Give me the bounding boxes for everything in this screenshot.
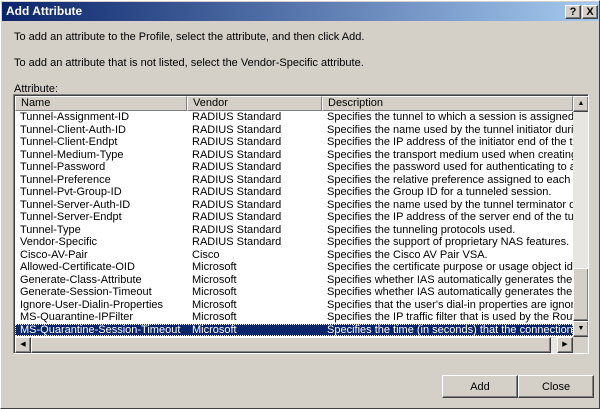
cell-description: Specifies the password used for authenti… xyxy=(327,161,573,173)
vertical-scrollbar[interactable]: ▲ ▼ xyxy=(573,96,588,337)
cell-description: Specifies the IP traffic filter that is … xyxy=(327,311,573,323)
cell-name: Generate-Class-Attribute xyxy=(20,273,142,286)
cell-description: Specifies the relative preference assign… xyxy=(327,173,573,186)
cell-name: Vendor-Specific xyxy=(20,236,98,248)
table-row[interactable]: MS-Quarantine-IPFilter Microsoft Specifies… xyxy=(15,311,573,324)
table-row[interactable]: Tunnel-Type RADIUS Standard Specifies the … xyxy=(15,224,573,237)
cell-description: Specifies the certificate purpose or usa… xyxy=(327,261,573,273)
cell-vendor: Cisco xyxy=(192,248,220,261)
table-row[interactable]: Tunnel-Password RADIUS Standard Specifies … xyxy=(15,161,573,174)
horizontal-scroll-thumb[interactable] xyxy=(31,337,551,353)
close-window-button[interactable]: X xyxy=(582,5,598,19)
horizontal-scrollbar[interactable]: ◀ ▶ xyxy=(15,337,573,353)
table-row[interactable]: Tunnel-Server-Endpt RADIUS Standard Specif… xyxy=(15,211,573,224)
table-row[interactable]: Tunnel-Server-Auth-ID RADIUS Standard Spec… xyxy=(15,199,573,212)
scrollbar-corner xyxy=(573,337,588,353)
scroll-right-button[interactable]: ▶ xyxy=(557,337,573,353)
cell-name: Tunnel-Client-Endpt xyxy=(20,136,118,148)
cell-vendor: RADIUS Standard xyxy=(192,161,282,173)
cell-name: Tunnel-Type xyxy=(20,223,81,236)
column-header-name[interactable]: Name xyxy=(15,96,187,111)
table-row[interactable]: Ignore-User-Dialin-Properties Microsoft Sp… xyxy=(15,299,573,312)
cell-name: Tunnel-Medium-Type xyxy=(20,148,124,161)
cell-vendor: RADIUS Standard xyxy=(192,136,282,148)
cell-name: Generate-Session-Timeout xyxy=(20,286,152,298)
attribute-rows: Tunnel-Assignment-ID RADIUS Standard Speci… xyxy=(15,111,573,336)
table-row[interactable]: Tunnel-Pvt-Group-ID RADIUS Standard Specif… xyxy=(15,186,573,199)
cell-description: Specifies the Cisco AV Pair VSA. xyxy=(327,248,488,261)
cell-vendor: Microsoft xyxy=(192,273,237,286)
cell-description: Specifies the time (in seconds) that the… xyxy=(327,323,573,336)
cell-name: Allowed-Certificate-OID xyxy=(20,261,135,273)
cell-description: Specifies that the user's dial-in proper… xyxy=(327,298,573,311)
table-row[interactable]: Tunnel-Assignment-ID RADIUS Standard Speci… xyxy=(15,111,573,124)
scroll-down-button[interactable]: ▼ xyxy=(573,321,588,337)
scroll-up-button[interactable]: ▲ xyxy=(573,96,588,112)
cell-name: Cisco-AV-Pair xyxy=(20,248,88,261)
cell-vendor: RADIUS Standard xyxy=(192,198,282,211)
cell-name: Tunnel-Preference xyxy=(20,173,111,186)
cell-name: MS-Quarantine-IPFilter xyxy=(20,311,134,323)
cell-vendor: RADIUS Standard xyxy=(192,223,282,236)
instruction-text-1: To add an attribute to the Profile, sele… xyxy=(14,31,365,43)
cell-description: Specifies the name used by the tunnel te… xyxy=(327,198,573,211)
cell-description: Specifies the transport medium used when… xyxy=(327,148,573,161)
table-row[interactable]: MS-Quarantine-Session-Timeout Microsoft Sp… xyxy=(15,323,573,336)
help-button[interactable]: ? xyxy=(565,5,581,19)
cell-vendor: RADIUS Standard xyxy=(192,211,282,223)
cell-description: Specifies the IP address of the server e… xyxy=(327,211,573,223)
triangle-up-icon: ▲ xyxy=(577,100,585,107)
triangle-left-icon: ◀ xyxy=(20,341,26,348)
cell-description: Specifies the support of proprietary NAS… xyxy=(327,236,570,248)
cell-description: Specifies the IP address of the initiato… xyxy=(327,136,573,148)
cell-name: Tunnel-Pvt-Group-ID xyxy=(20,186,122,198)
triangle-right-icon: ▶ xyxy=(562,341,568,348)
cell-vendor: RADIUS Standard xyxy=(192,173,282,186)
attribute-list[interactable]: Name Vendor Description Tunnel-Assignmen… xyxy=(13,94,589,354)
column-header-vendor[interactable]: Vendor xyxy=(187,96,322,111)
cell-vendor: Microsoft xyxy=(192,298,237,311)
cell-vendor: RADIUS Standard xyxy=(192,236,282,248)
vertical-scroll-thumb[interactable] xyxy=(573,268,588,321)
cell-vendor: RADIUS Standard xyxy=(192,148,282,161)
table-row[interactable]: Cisco-AV-Pair Cisco Specifies the Cisco AV… xyxy=(15,249,573,262)
table-row[interactable]: Tunnel-Client-Endpt RADIUS Standard Specif… xyxy=(15,136,573,149)
cell-name: Tunnel-Client-Auth-ID xyxy=(20,123,126,136)
triangle-down-icon: ▼ xyxy=(577,325,585,332)
table-row[interactable]: Generate-Session-Timeout Microsoft Specifi… xyxy=(15,286,573,299)
cell-name: MS-Quarantine-Session-Timeout xyxy=(20,323,181,336)
table-row[interactable]: Vendor-Specific RADIUS Standard Specifies … xyxy=(15,236,573,249)
cell-name: Ignore-User-Dialin-Properties xyxy=(20,298,164,311)
cell-description: Specifies the name used by the tunnel in… xyxy=(327,123,573,136)
table-row[interactable]: Tunnel-Medium-Type RADIUS Standard Specifi… xyxy=(15,149,573,162)
cell-name: Tunnel-Assignment-ID xyxy=(20,111,130,123)
cell-vendor: RADIUS Standard xyxy=(192,123,282,136)
instruction-text-2: To add an attribute that is not listed, … xyxy=(14,57,364,69)
dialog-title: Add Attribute xyxy=(6,4,83,18)
column-header-description[interactable]: Description xyxy=(322,96,573,111)
cell-description: Specifies whether IAS automatically gene… xyxy=(327,286,573,298)
table-row[interactable]: Generate-Class-Attribute Microsoft Specifi… xyxy=(15,274,573,287)
title-bar: Add Attribute ? X xyxy=(2,2,599,21)
cell-vendor: Microsoft xyxy=(192,286,237,298)
cell-vendor: Microsoft xyxy=(192,311,237,323)
cell-vendor: Microsoft xyxy=(192,323,237,336)
table-row[interactable]: Allowed-Certificate-OID Microsoft Specifie… xyxy=(15,261,573,274)
cell-name: Tunnel-Server-Auth-ID xyxy=(20,198,131,211)
cell-vendor: Microsoft xyxy=(192,261,237,273)
close-button[interactable]: Close xyxy=(518,375,594,398)
cell-name: Tunnel-Server-Endpt xyxy=(20,211,122,223)
cell-description: Specifies whether IAS automatically gene… xyxy=(327,273,573,286)
cell-description: Specifies the Group ID for a tunneled se… xyxy=(327,186,552,198)
cell-name: Tunnel-Password xyxy=(20,161,106,173)
add-button[interactable]: Add xyxy=(442,375,518,398)
cell-vendor: RADIUS Standard xyxy=(192,111,282,123)
scroll-left-button[interactable]: ◀ xyxy=(15,337,31,353)
table-row[interactable]: Tunnel-Client-Auth-ID RADIUS Standard Spec… xyxy=(15,124,573,137)
cell-vendor: RADIUS Standard xyxy=(192,186,282,198)
table-row[interactable]: Tunnel-Preference RADIUS Standard Specifie… xyxy=(15,174,573,187)
add-attribute-dialog: Add Attribute ? X To add an attribute to… xyxy=(0,0,600,409)
cell-description: Specifies the tunneling protocols used. xyxy=(327,223,516,236)
cell-description: Specifies the tunnel to which a session … xyxy=(327,111,573,123)
